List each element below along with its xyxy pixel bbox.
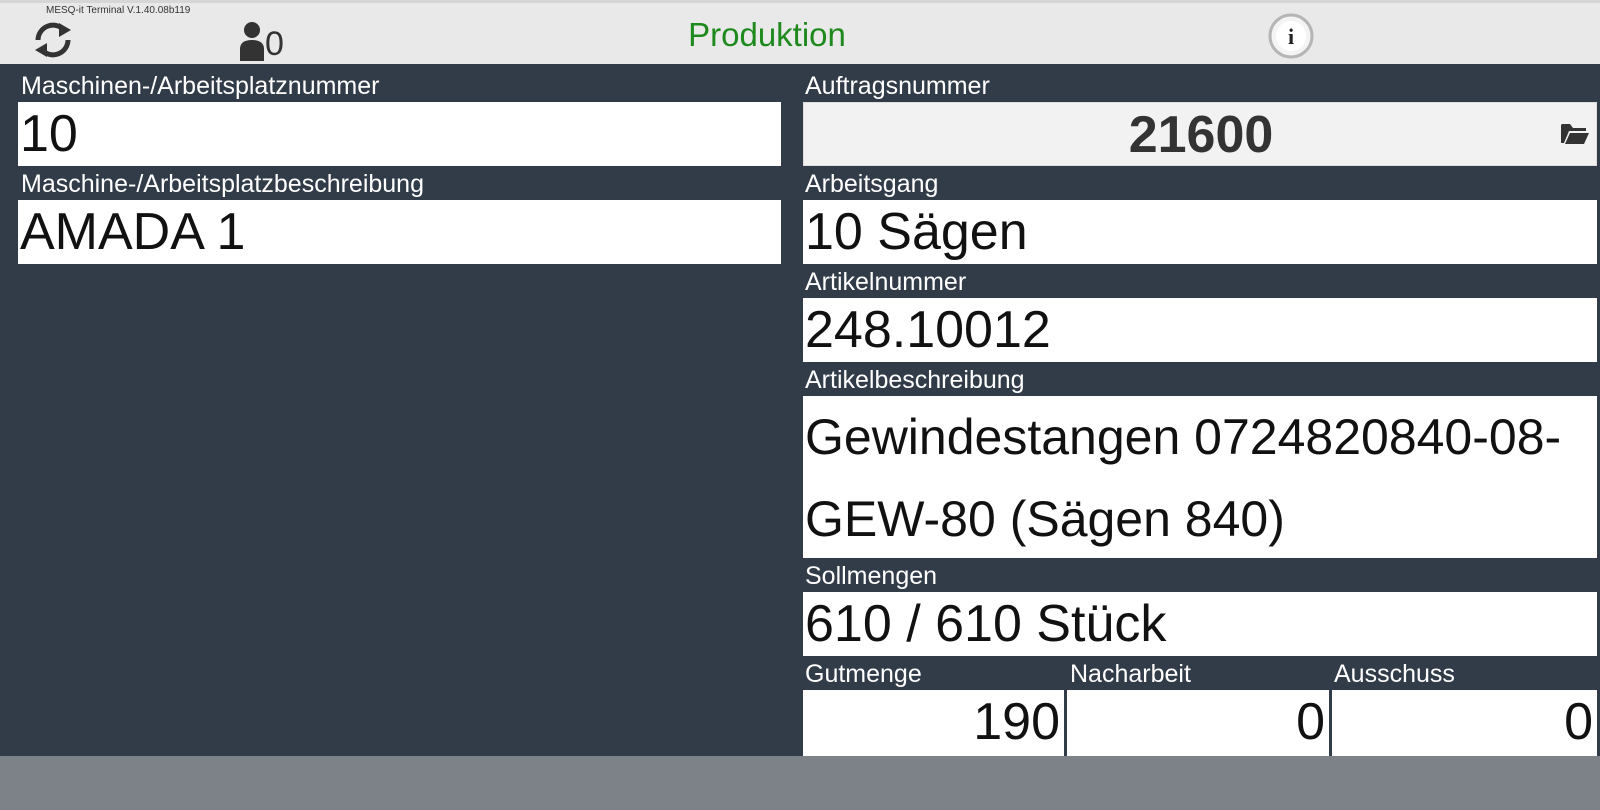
- machine-number-value: 10: [20, 105, 78, 163]
- order-number-value: 21600: [1128, 106, 1274, 164]
- operation-field[interactable]: 10 Sägen: [803, 200, 1597, 264]
- order-number-label: Auftragsnummer: [805, 72, 990, 100]
- top-bar: MESQ-it Terminal V.1.40.08b119 0 Produkt…: [0, 0, 1600, 64]
- good-qty-label: Gutmenge: [805, 660, 922, 688]
- target-qty-label: Sollmengen: [805, 562, 938, 590]
- machine-desc-field[interactable]: AMADA 1: [18, 200, 781, 264]
- folder-open-icon[interactable]: [1560, 121, 1590, 147]
- svg-text:i: i: [1288, 24, 1294, 49]
- rework-qty-field[interactable]: 0: [1067, 690, 1329, 756]
- good-qty-value: 190: [973, 693, 1060, 751]
- machine-desc-value: AMADA 1: [20, 203, 246, 261]
- article-number-label: Artikelnummer: [805, 268, 967, 296]
- machine-desc-label: Maschine-/Arbeitsplatzbeschreibung: [21, 170, 424, 198]
- main-panel: Maschinen-/Arbeitsplatznummer 10 Maschin…: [0, 64, 1600, 756]
- good-qty-field[interactable]: 190: [803, 690, 1064, 756]
- article-desc-field[interactable]: Gewindestangen 0724820840-08-GEW-80 (Säg…: [803, 396, 1597, 558]
- version-label: MESQ-it Terminal V.1.40.08b119: [46, 5, 191, 16]
- order-number-field[interactable]: 21600: [803, 102, 1597, 166]
- machine-number-field[interactable]: 10: [18, 102, 781, 166]
- target-qty-field[interactable]: 610 / 610 Stück: [803, 592, 1597, 656]
- article-desc-label: Artikelbeschreibung: [805, 366, 1025, 394]
- operation-label: Arbeitsgang: [805, 170, 939, 198]
- scrap-qty-value: 0: [1564, 693, 1593, 751]
- footer-bar: [0, 756, 1600, 810]
- rework-qty-label: Nacharbeit: [1070, 660, 1191, 688]
- info-icon[interactable]: i: [1268, 13, 1314, 59]
- rework-qty-value: 0: [1296, 693, 1325, 751]
- scrap-qty-field[interactable]: 0: [1332, 690, 1597, 756]
- article-number-value: 248.10012: [805, 301, 1051, 359]
- scrap-qty-label: Ausschuss: [1334, 660, 1455, 688]
- article-desc-value: Gewindestangen 0724820840-08-GEW-80 (Säg…: [805, 409, 1562, 547]
- article-number-field[interactable]: 248.10012: [803, 298, 1597, 362]
- machine-number-label: Maschinen-/Arbeitsplatznummer: [21, 72, 380, 100]
- target-qty-value: 610 / 610 Stück: [805, 595, 1167, 653]
- operation-value: 10 Sägen: [805, 203, 1028, 261]
